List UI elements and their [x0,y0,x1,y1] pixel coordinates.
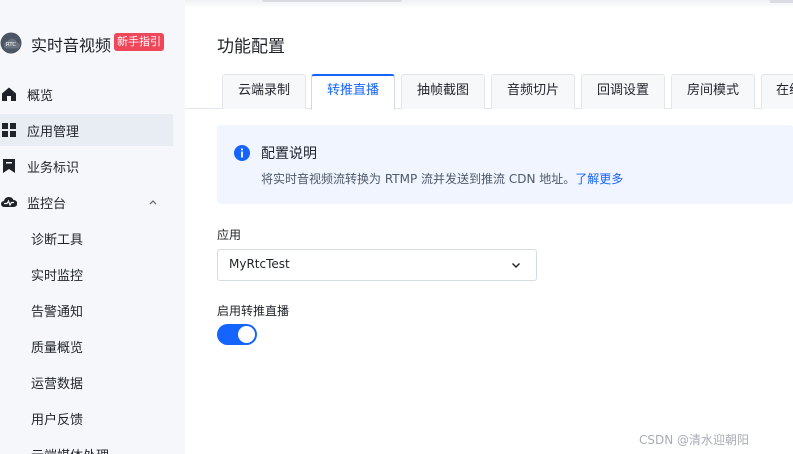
tab-online[interactable]: 在线 [761,74,793,109]
sidebar-subitem-label: 用户反馈 [31,413,84,428]
sidebar-item-label: 应用管理 [27,125,80,140]
rtc-logo-icon: RTC [0,32,22,54]
relay-field-label: 启用转推直播 [217,304,290,318]
brand[interactable]: RTC 实时音视频 新手指引 [0,28,185,58]
header-fragment [262,0,402,2]
chevron-down-icon [512,263,520,268]
sidebar-item-label: 概览 [27,89,54,104]
tab-callback-settings[interactable]: 回调设置 [581,74,665,109]
sidebar-item-business-id[interactable]: 业务标识 [0,150,173,182]
info-description-text: 将实时音视频流转换为 RTMP 流并发送到推流 CDN 地址。 [261,172,576,186]
bookmark-icon [3,159,15,173]
watermark: CSDN @清水迎朝阳 [639,433,750,447]
sidebar-subitem-cloud-media[interactable]: 云端媒体处理 [0,438,173,454]
cloud-monitor-icon [1,196,17,207]
app-field-label: 应用 [217,228,242,242]
home-icon [2,87,16,101]
sidebar-subitem-alerts[interactable]: 告警通知 [0,294,173,326]
sidebar-subitem-realtime-monitor[interactable]: 实时监控 [0,258,173,290]
app-title: 实时音视频 [31,36,112,55]
app-select-value: MyRtcTest [229,257,290,271]
info-icon [234,145,250,161]
tab-cloud-recording[interactable]: 云端录制 [222,74,306,109]
sidebar-subitem-label: 质量概览 [31,341,84,356]
sidebar-item-app-management[interactable]: 应用管理 [0,114,173,146]
chevron-up-icon[interactable] [147,196,159,208]
toggle-knob [238,326,255,343]
sidebar-subitem-diagnostics[interactable]: 诊断工具 [0,222,173,254]
tab-relay-live[interactable]: 转推直播 [311,74,395,110]
header-fragment-right [770,0,793,3]
sidebar-subitem-label: 运营数据 [31,377,84,392]
logo-text: RTC [6,42,16,48]
tab-room-mode[interactable]: 房间模式 [671,74,755,109]
sidebar-item-label: 监控台 [27,197,67,212]
info-title: 配置说明 [261,146,317,162]
sidebar-item-monitor[interactable]: 监控台 [0,186,173,218]
feature-tabs: 云端录制 转推直播 抽帧截图 音频切片 回调设置 房间模式 在线 [185,74,793,110]
sidebar: RTC 实时音视频 新手指引 概览 应用管理 业务标识 监控台 诊断工具 实时监… [0,0,185,454]
sidebar-item-overview[interactable]: 概览 [0,78,173,110]
guide-badge[interactable]: 新手指引 [114,33,164,51]
sidebar-subitem-operations[interactable]: 运营数据 [0,366,173,398]
sidebar-subitem-quality[interactable]: 质量概览 [0,330,173,362]
tab-audio-slicing[interactable]: 音频切片 [491,74,575,109]
page-title: 功能配置 [217,37,285,57]
tab-frame-capture[interactable]: 抽帧截图 [401,74,485,109]
info-description: 将实时音视频流转换为 RTMP 流并发送到推流 CDN 地址。了解更多 [261,170,623,187]
sidebar-subitem-label: 告警通知 [31,305,84,320]
sidebar-subitem-label: 诊断工具 [31,233,84,248]
sidebar-subitem-label: 实时监控 [31,269,84,284]
app-select[interactable]: MyRtcTest [217,249,537,281]
sidebar-subitem-feedback[interactable]: 用户反馈 [0,402,173,434]
learn-more-link[interactable]: 了解更多 [575,172,623,186]
sidebar-item-label: 业务标识 [27,161,80,176]
config-info-panel: 配置说明 将实时音视频流转换为 RTMP 流并发送到推流 CDN 地址。了解更多 [217,125,793,204]
sidebar-subitem-label: 云端媒体处理 [31,445,109,454]
grid-icon [2,123,16,137]
relay-toggle[interactable] [217,324,257,345]
